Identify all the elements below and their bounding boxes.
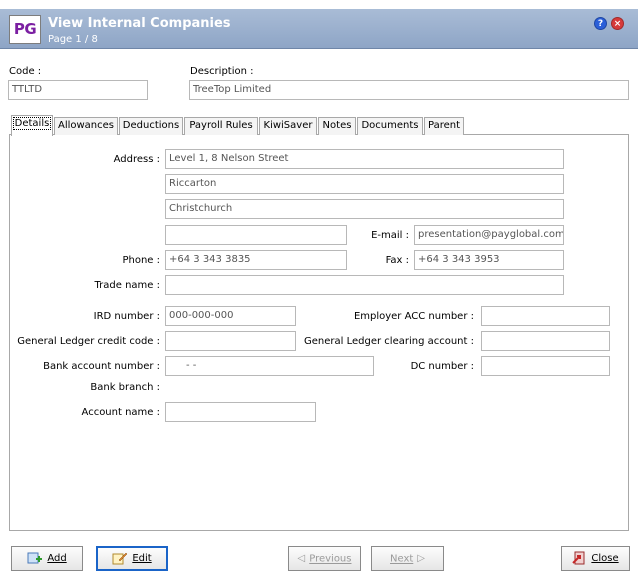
edit-button[interactable]: Edit	[96, 546, 168, 571]
tab-notes[interactable]: Notes	[318, 117, 356, 135]
next-button[interactable]: Next ▷	[371, 546, 444, 571]
arrow-left-icon: ◁	[297, 553, 306, 564]
previous-button[interactable]: ◁ Previous	[288, 546, 361, 571]
edit-button-label: Edit	[132, 553, 152, 564]
gl-clearing-account-field[interactable]	[481, 331, 610, 351]
window-title: View Internal Companies	[48, 16, 231, 31]
address-line2-field[interactable]: Riccarton	[165, 174, 564, 194]
dc-number-label: DC number :	[410, 361, 474, 372]
add-button[interactable]: Add	[11, 546, 83, 571]
gl-clearing-account-label: General Ledger clearing account :	[304, 336, 474, 347]
edit-icon	[112, 552, 128, 565]
tab-details-label: Details	[12, 117, 52, 130]
account-name-field[interactable]	[165, 402, 316, 422]
next-button-label: Next	[390, 553, 414, 565]
email-label: E-mail :	[371, 230, 409, 241]
close-button[interactable]: Close	[561, 546, 630, 571]
gl-credit-code-label: General Ledger credit code :	[17, 336, 160, 347]
add-button-label: Add	[47, 553, 67, 564]
tab-details[interactable]: Details	[11, 115, 53, 136]
address-label: Address :	[113, 154, 160, 165]
close-button-label: Close	[591, 553, 619, 564]
dc-number-field[interactable]	[481, 356, 610, 376]
code-label: Code :	[9, 66, 42, 77]
close-door-icon	[572, 551, 585, 565]
fax-field[interactable]: +64 3 343 3953	[414, 250, 564, 270]
phone-field[interactable]: +64 3 343 3835	[165, 250, 347, 270]
fax-label: Fax :	[385, 255, 409, 266]
tab-kiwisaver[interactable]: KiwiSaver	[259, 117, 317, 135]
ird-number-label: IRD number :	[93, 311, 160, 322]
close-icon[interactable]: ×	[611, 17, 624, 30]
ird-number-field[interactable]: 000-000-000	[165, 306, 296, 326]
logo-text: PG	[13, 20, 37, 38]
trade-name-label: Trade name :	[94, 280, 160, 291]
code-field[interactable]: TTLTD	[8, 80, 148, 100]
address-line4-field[interactable]	[165, 225, 347, 245]
tab-payroll-rules[interactable]: Payroll Rules	[184, 117, 258, 135]
employer-acc-label: Employer ACC number :	[353, 311, 474, 322]
app-logo: PG	[9, 15, 41, 44]
bank-branch-label: Bank branch :	[90, 382, 160, 393]
email-field[interactable]: presentation@payglobal.com	[414, 225, 564, 245]
description-field[interactable]: TreeTop Limited	[189, 80, 629, 100]
previous-button-label: Previous	[309, 553, 352, 565]
page-indicator: Page 1 / 8	[48, 34, 98, 45]
phone-label: Phone :	[122, 255, 160, 266]
tab-allowances[interactable]: Allowances	[54, 117, 118, 135]
account-name-label: Account name :	[81, 407, 160, 418]
description-label: Description :	[190, 66, 254, 77]
tab-documents[interactable]: Documents	[357, 117, 423, 135]
gl-credit-code-field[interactable]	[165, 331, 296, 351]
tab-parent[interactable]: Parent	[424, 117, 464, 135]
help-icon[interactable]: ?	[594, 17, 607, 30]
bank-account-field[interactable]: - -	[165, 356, 374, 376]
tab-deductions[interactable]: Deductions	[119, 117, 183, 135]
address-line3-field[interactable]: Christchurch	[165, 199, 564, 219]
address-line1-field[interactable]: Level 1, 8 Nelson Street	[165, 149, 564, 169]
trade-name-field[interactable]	[165, 275, 564, 295]
add-icon	[27, 552, 43, 564]
employer-acc-field[interactable]	[481, 306, 610, 326]
bank-account-label: Bank account number :	[43, 361, 160, 372]
title-bar: PG View Internal Companies Page 1 / 8 ? …	[0, 9, 638, 49]
arrow-right-icon: ▷	[417, 553, 425, 564]
